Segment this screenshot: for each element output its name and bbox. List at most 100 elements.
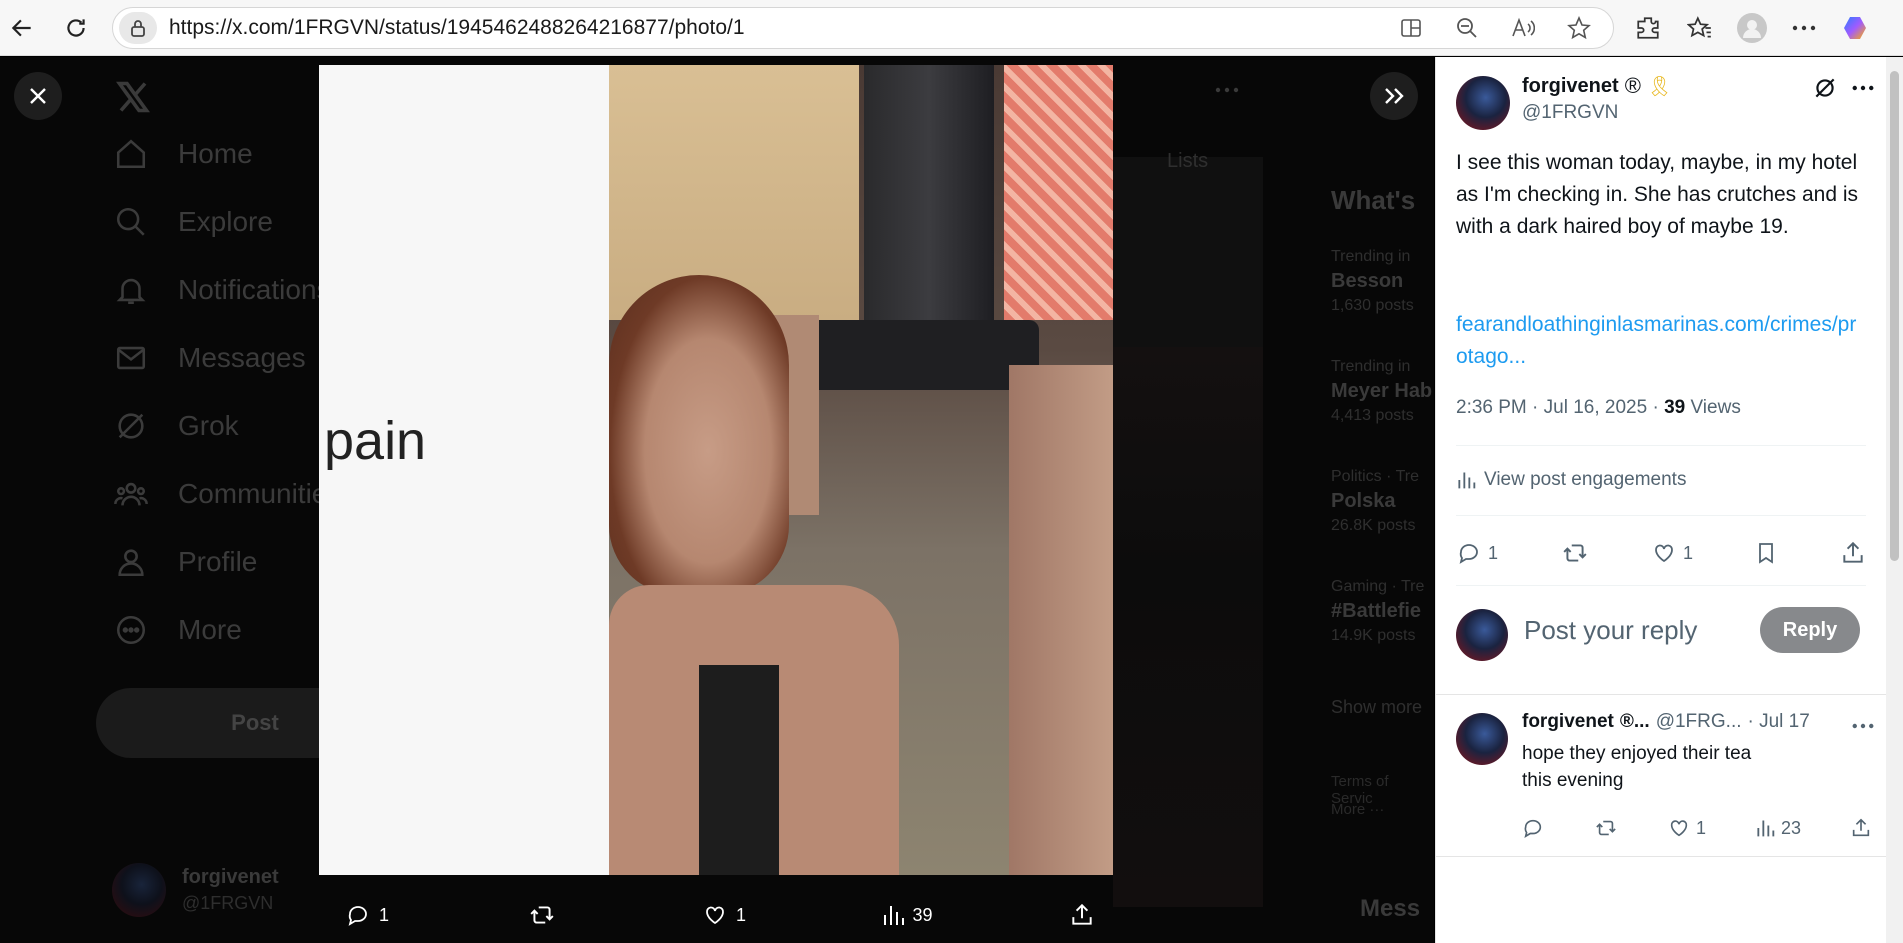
more-icon[interactable] — [1852, 723, 1874, 729]
footer-more: More ··· — [1331, 801, 1385, 818]
url-text[interactable]: https://x.com/1FRGVN/status/194546248826… — [169, 16, 745, 40]
bookmark-button[interactable] — [1754, 540, 1778, 566]
post-link[interactable]: fearandloathinginlasmarinas.com/crimes/p… — [1456, 309, 1866, 373]
extensions-icon[interactable] — [1630, 10, 1666, 46]
copilot-icon[interactable] — [1838, 10, 1874, 46]
reply-author-handle[interactable]: @1FRG... — [1656, 711, 1742, 733]
bar-chart-icon — [1458, 472, 1476, 489]
reply-submit-button[interactable]: Reply — [1760, 607, 1860, 653]
browser-toolbar: https://x.com/1FRGVN/status/194546248826… — [0, 0, 1903, 56]
reply-date[interactable]: · Jul 17 — [1748, 711, 1810, 733]
address-bar[interactable]: https://x.com/1FRGVN/status/194546248826… — [112, 7, 1614, 49]
reply-like-button[interactable]: 1 — [1668, 817, 1706, 839]
author-name[interactable]: forgivenet — [1522, 75, 1619, 98]
photo-scene — [609, 65, 1113, 875]
photo-like-button[interactable]: 1 — [702, 903, 746, 927]
nav-more: More — [114, 613, 242, 647]
photo-chair-seat — [799, 320, 1039, 390]
photo-repost-button[interactable] — [526, 902, 566, 928]
photo-person-head — [609, 275, 789, 595]
favorites-icon[interactable] — [1682, 10, 1718, 46]
more-circle-icon — [116, 615, 146, 645]
lock-icon[interactable] — [119, 12, 157, 44]
more-icon[interactable] — [1852, 85, 1874, 91]
repost-icon — [1596, 820, 1616, 836]
repost-button[interactable] — [1560, 540, 1590, 566]
share-icon — [1072, 903, 1092, 925]
profile-avatar-icon[interactable] — [1734, 10, 1770, 46]
close-button[interactable] — [14, 72, 62, 120]
trend-item: Trending in Besson 1,630 posts — [1331, 248, 1414, 314]
divider — [1436, 694, 1887, 695]
zoom-out-icon[interactable] — [1449, 10, 1485, 46]
read-aloud-icon[interactable] — [1505, 10, 1541, 46]
x-logo-icon — [115, 81, 151, 113]
composer-avatar — [1456, 609, 1508, 661]
divider — [1436, 856, 1887, 857]
share-icon — [1843, 541, 1863, 563]
reply-avatar[interactable] — [1456, 713, 1508, 765]
messages-drawer: Mess — [1360, 895, 1421, 922]
panel-scrollbar[interactable] — [1886, 57, 1903, 943]
reply-icon — [1459, 544, 1478, 564]
favorite-star-icon[interactable] — [1561, 10, 1597, 46]
account-switcher: forgivenet @1FRGVN — [112, 863, 279, 917]
post-meta: 2:36 PM · Jul 16, 2025 · 39 Views — [1456, 397, 1741, 419]
author-handle[interactable]: @1FRGVN — [1522, 102, 1618, 124]
post-photo[interactable]: pain — [319, 65, 1113, 875]
grok-explain-icon[interactable] — [1812, 75, 1838, 101]
back-icon[interactable] — [2, 8, 42, 48]
post-text: I see this woman today, maybe, in my hot… — [1456, 151, 1859, 238]
photo-reply-button[interactable]: 1 — [345, 903, 389, 927]
reply-reply-button[interactable] — [1522, 817, 1544, 839]
settings-more-icon[interactable] — [1786, 10, 1822, 46]
divider — [1456, 585, 1866, 586]
split-screen-icon[interactable] — [1393, 10, 1429, 46]
reply-share-button[interactable] — [1850, 817, 1872, 839]
reply-views-button[interactable]: 23 — [1755, 818, 1801, 839]
photo-action-bar: 1 1 39 — [345, 895, 1095, 935]
bookmark-icon — [1759, 543, 1774, 564]
envelope-icon — [116, 346, 146, 370]
trend-item: Gaming · Tre #Battlefie 14.9K posts — [1331, 578, 1425, 644]
photo-leg-right — [1009, 365, 1113, 875]
communities-icon — [114, 482, 148, 506]
photo-dark-chair — [864, 65, 994, 325]
views-count: 39 — [1664, 397, 1686, 418]
bell-icon — [116, 278, 146, 305]
author-avatar[interactable] — [1456, 76, 1510, 130]
photo-caption-text: pain — [324, 411, 427, 471]
nav-home: Home — [114, 137, 253, 171]
avatar — [112, 863, 166, 917]
share-button[interactable] — [1840, 540, 1866, 566]
trend-item: Politics · Tre Polska 26.8K posts — [1331, 468, 1420, 534]
nav-grok: Grok — [114, 409, 239, 443]
show-more-link: Show more — [1331, 697, 1423, 717]
scrollbar-thumb[interactable] — [1890, 71, 1899, 561]
lists-tab: Lists — [1167, 150, 1209, 172]
reply-repost-button[interactable] — [1593, 817, 1619, 839]
photo-share-button[interactable] — [1069, 902, 1095, 928]
reply-input[interactable]: Post your reply — [1524, 615, 1697, 646]
repost-icon — [1562, 544, 1587, 562]
divider — [1456, 445, 1866, 446]
refresh-icon[interactable] — [56, 8, 96, 48]
reply-button[interactable]: 1 — [1456, 541, 1498, 565]
photo-views-button[interactable]: 39 — [882, 903, 933, 927]
reply-text: hope they enjoyed their tea this evening — [1522, 743, 1752, 791]
media-thumbnails — [1113, 347, 1263, 907]
post-timestamp[interactable]: 2:36 PM · Jul 16, 2025 · — [1456, 397, 1664, 418]
post-action-bar: 1 1 — [1456, 535, 1866, 571]
view-engagements-link[interactable]: View post engagements — [1456, 469, 1686, 491]
bar-chart-icon — [884, 906, 905, 925]
reply-header: forgivenet ®... @1FRG... · Jul 17 — [1522, 711, 1810, 733]
like-button[interactable]: 1 — [1651, 541, 1693, 565]
reply-icon — [1524, 819, 1542, 838]
reply-author-name[interactable]: forgivenet — [1522, 711, 1614, 733]
close-icon — [30, 88, 46, 104]
heart-icon — [1670, 820, 1688, 837]
expand-panel-button[interactable] — [1370, 72, 1418, 120]
share-icon — [1852, 818, 1870, 837]
double-chevron-icon — [1385, 88, 1404, 104]
repost-icon — [529, 906, 554, 924]
